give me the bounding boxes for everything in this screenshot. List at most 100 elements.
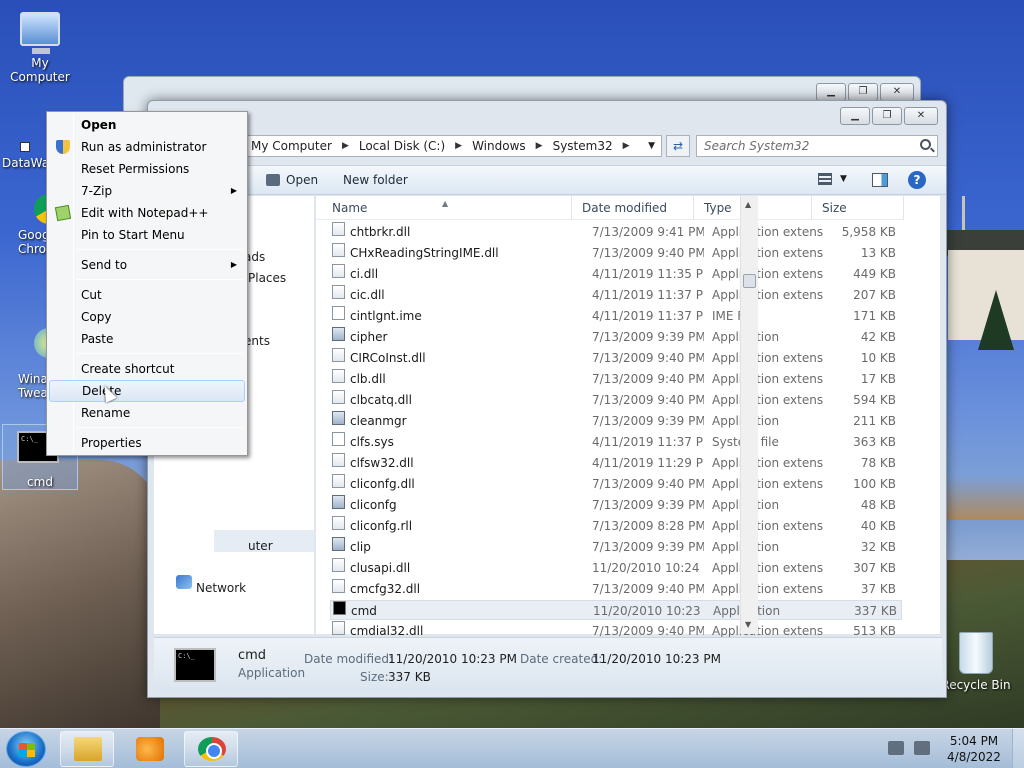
file-type: Application extens... — [712, 519, 824, 533]
chevron-right-icon[interactable]: ▶ — [342, 141, 349, 151]
chevron-down-icon[interactable]: ▼ — [648, 141, 655, 151]
desktop-icon-my-computer[interactable]: My Computer — [0, 12, 80, 84]
menu-item-pin-to-start-menu[interactable]: Pin to Start Menu — [49, 224, 245, 246]
file-size: 13 KB — [860, 246, 896, 260]
file-size: 78 KB — [860, 456, 896, 470]
file-list[interactable]: Name ▲ Date modified Type Size chtbrkr.d… — [316, 196, 940, 638]
menu-item-open[interactable]: Open — [49, 114, 245, 136]
network-status-icon[interactable] — [888, 741, 904, 755]
nav-item-recent-places[interactable]: Places — [248, 271, 286, 285]
submenu-arrow-icon: ▶ — [230, 260, 237, 269]
open-button[interactable]: Open — [266, 173, 318, 187]
application-icon — [332, 537, 345, 551]
nav-item-network[interactable]: Network — [196, 581, 246, 595]
menu-item-delete[interactable]: Delete — [49, 380, 245, 402]
column-header-size[interactable]: Size — [812, 196, 904, 220]
column-header-date[interactable]: Date modified — [572, 196, 694, 220]
breadcrumb-windows[interactable]: Windows — [472, 139, 526, 153]
file-date-modified: 7/13/2009 9:40 PM — [592, 351, 704, 365]
menu-item-7zip[interactable]: 7-Zip ▶ — [49, 180, 245, 202]
file-row[interactable]: ci.dll 4/11/2019 11:35 PM Application exte… — [330, 264, 902, 284]
chevron-right-icon[interactable]: ▶ — [455, 141, 462, 151]
scroll-up-icon[interactable]: ▲ — [745, 200, 751, 209]
new-folder-button[interactable]: New folder — [343, 173, 408, 187]
taskbar-explorer-button[interactable] — [60, 731, 114, 767]
help-icon[interactable]: ? — [908, 171, 926, 189]
file-row[interactable]: cintlgnt.ime 4/11/2019 11:37 PM IME File 17… — [330, 306, 902, 326]
search-icon[interactable] — [920, 139, 931, 150]
desktop-icon-recycle-bin[interactable]: Recycle Bin — [936, 632, 1016, 692]
file-size: 307 KB — [853, 561, 896, 575]
file-row[interactable]: cliconfg 7/13/2009 9:39 PM Application 48 K… — [330, 495, 902, 515]
file-name: cleanmgr — [350, 414, 407, 428]
refresh-button[interactable]: ⇄ — [666, 135, 690, 157]
breadcrumb-system32[interactable]: System32 — [553, 139, 613, 153]
file-row[interactable]: clip 7/13/2009 9:39 PM Application 32 KB — [330, 537, 902, 557]
scrollbar-thumb[interactable] — [743, 274, 756, 288]
file-row[interactable]: cleanmgr 7/13/2009 9:39 PM Application 211 … — [330, 411, 902, 431]
maximize-button[interactable]: ❐ — [872, 107, 902, 125]
maximize-button[interactable]: ❐ — [848, 83, 878, 101]
file-name: CIRCoInst.dll — [350, 351, 426, 365]
menu-item-edit-with-notepadpp[interactable]: Edit with Notepad++ — [49, 202, 245, 224]
file-row[interactable]: chtbrkr.dll 7/13/2009 9:41 PM Application … — [330, 222, 902, 242]
file-row[interactable]: clb.dll 7/13/2009 9:40 PM Application exte… — [330, 369, 902, 389]
close-button[interactable]: ✕ — [880, 83, 914, 101]
cmd-icon — [333, 601, 346, 615]
file-row[interactable]: cipher 7/13/2009 9:39 PM Application 42 KB — [330, 327, 902, 347]
scroll-down-icon[interactable]: ▼ — [745, 620, 751, 629]
taskbar-media-player-button[interactable] — [122, 731, 176, 767]
file-row[interactable]: cliconfg.dll 7/13/2009 9:40 PM Application… — [330, 474, 902, 494]
nav-item-computer[interactable]: uter — [248, 539, 273, 553]
file-row[interactable]: cmd 11/20/2010 10:23 ... Application 337 KB — [330, 600, 902, 620]
chevron-right-icon[interactable]: ▶ — [623, 141, 630, 151]
search-input[interactable] — [697, 136, 907, 156]
minimize-button[interactable]: ▁ — [816, 83, 846, 101]
show-desktop-button[interactable] — [1012, 729, 1024, 768]
file-row[interactable]: cliconfg.rll 7/13/2009 8:28 PM Application… — [330, 516, 902, 536]
menu-item-paste[interactable]: Paste — [49, 328, 245, 350]
file-row[interactable]: clusapi.dll 11/20/2010 10:24 ... Applicati… — [330, 558, 902, 578]
close-button[interactable]: ✕ — [904, 107, 938, 125]
file-row[interactable]: clbcatq.dll 7/13/2009 9:40 PM Application … — [330, 390, 902, 410]
file-name: cipher — [350, 330, 388, 344]
media-player-icon — [136, 737, 164, 761]
menu-item-rename[interactable]: Rename — [49, 402, 245, 424]
breadcrumb-local-disk[interactable]: Local Disk (C:) — [359, 139, 445, 153]
desktop-icon-label: cmd — [27, 475, 53, 489]
chevron-right-icon[interactable]: ▶ — [536, 141, 543, 151]
breadcrumb-my-computer[interactable]: My Computer — [251, 139, 332, 153]
file-row[interactable]: clfsw32.dll 4/11/2019 11:29 PM Application… — [330, 453, 902, 473]
taskbar-clock[interactable]: 5:04 PM 4/8/2022 — [946, 733, 1002, 765]
menu-item-label: Rename — [81, 406, 131, 420]
volume-icon[interactable] — [914, 741, 930, 755]
preview-pane-button[interactable] — [872, 173, 888, 187]
menu-item-run-as-administrator[interactable]: Run as administrator — [49, 136, 245, 158]
file-row[interactable]: clfs.sys 4/11/2019 11:37 PM System file 363… — [330, 432, 902, 452]
file-row[interactable]: cic.dll 4/11/2019 11:37 PM Application ext… — [330, 285, 902, 305]
file-name: cmd — [351, 604, 377, 618]
menu-item-reset-permissions[interactable]: Reset Permissions — [49, 158, 245, 180]
menu-item-cut[interactable]: Cut — [49, 284, 245, 306]
menu-item-create-shortcut[interactable]: Create shortcut — [49, 358, 245, 380]
shortcut-arrow-icon — [20, 142, 30, 152]
file-type: Application — [712, 495, 824, 515]
menu-item-send-to[interactable]: Send to ▶ — [49, 254, 245, 276]
column-header-name[interactable]: Name ▲ — [316, 196, 572, 220]
menu-item-label: Edit with Notepad++ — [81, 206, 209, 220]
file-type: IME File — [712, 309, 758, 323]
explorer-window[interactable]: ▁ ❐ ✕ My Computer ▶ Local Disk (C:) ▶ Wi… — [147, 100, 947, 698]
menu-item-copy[interactable]: Copy — [49, 306, 245, 328]
search-box[interactable] — [696, 135, 938, 157]
file-row[interactable]: CIRCoInst.dll 7/13/2009 9:40 PM Applicatio… — [330, 348, 902, 368]
start-button[interactable] — [6, 731, 46, 767]
minimize-button[interactable]: ▁ — [840, 107, 870, 125]
file-row[interactable]: cmcfg32.dll 7/13/2009 9:40 PM Application … — [330, 579, 902, 599]
taskbar-chrome-button[interactable] — [184, 731, 238, 767]
file-date-modified: 4/11/2019 11:37 PM — [592, 435, 704, 449]
vertical-scrollbar[interactable]: ▲ ▼ — [740, 196, 758, 634]
file-row[interactable]: CHxReadingStringIME.dll 7/13/2009 9:40 PM… — [330, 243, 902, 263]
menu-item-properties[interactable]: Properties — [49, 432, 245, 454]
change-view-button[interactable]: ▼ — [818, 173, 847, 185]
menu-item-label: Properties — [81, 436, 142, 450]
